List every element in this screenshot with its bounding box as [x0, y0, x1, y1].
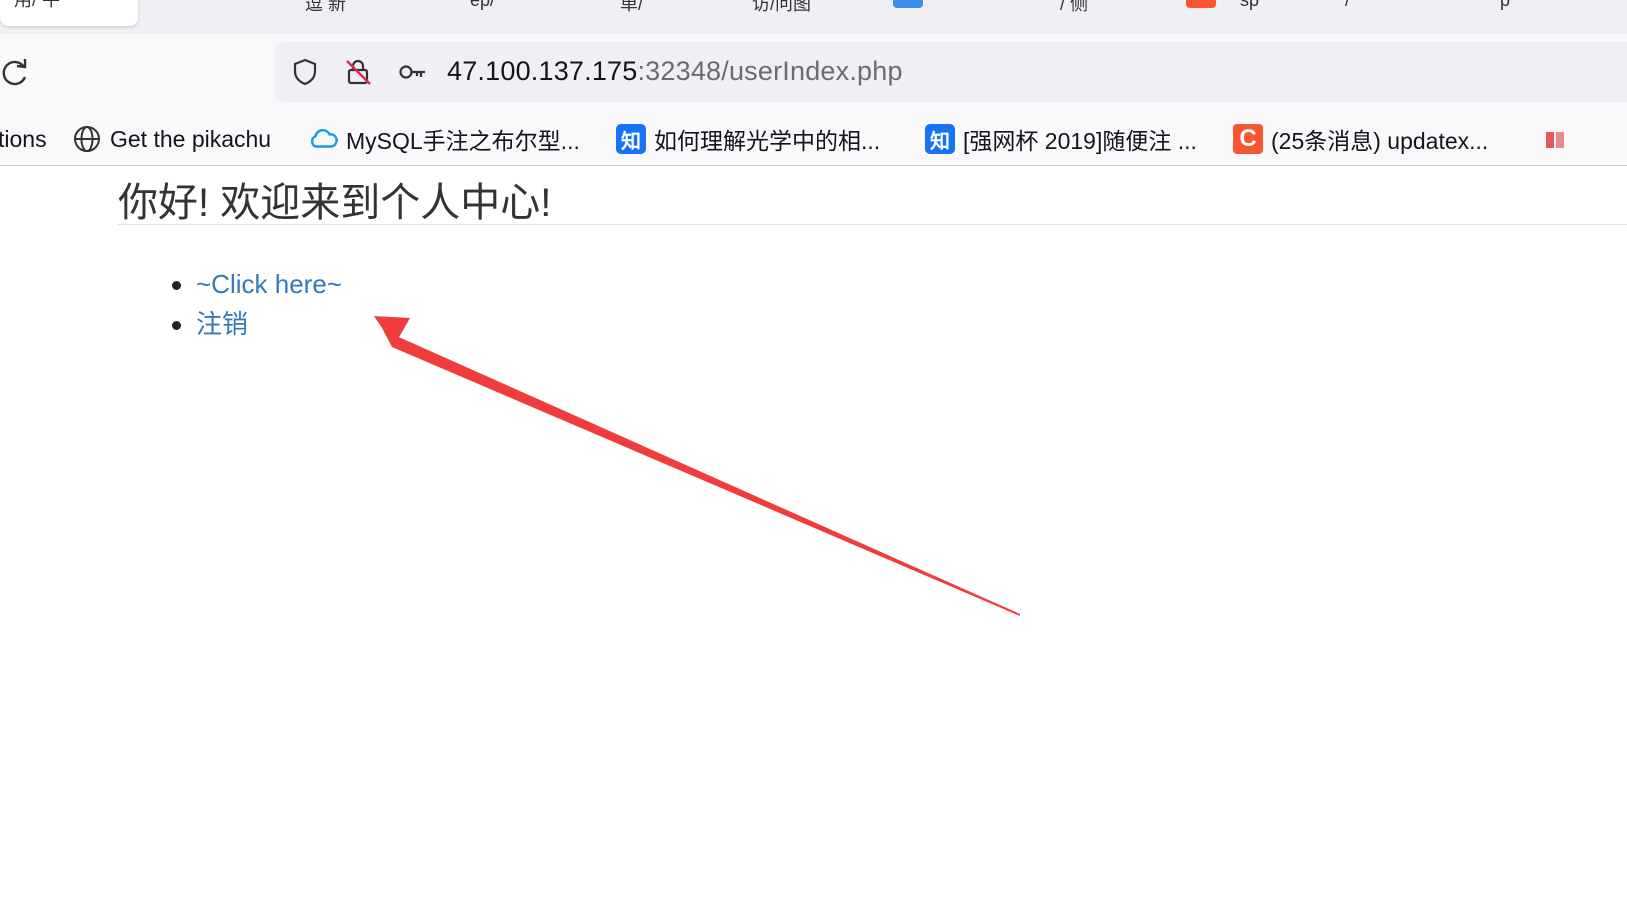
cloud-icon	[308, 124, 338, 154]
bookmark-label: MySQL手注之布尔型...	[346, 128, 580, 154]
bookmark-label: 如何理解光学中的相...	[654, 128, 881, 154]
tab-label[interactable]: 单/	[620, 0, 643, 16]
url-host: 47.100.137.175	[447, 56, 638, 86]
tab-label[interactable]: / 侧	[1060, 0, 1088, 16]
bookmark-label: tions	[0, 125, 47, 152]
bookmark-item[interactable]: 知 如何理解光学中的相...	[616, 123, 880, 155]
arrow-head-icon	[374, 316, 410, 346]
url-text[interactable]: 47.100.137.175:32348/userIndex.php	[447, 56, 903, 87]
url-path: :32348/userIndex.php	[637, 56, 903, 86]
user-menu: ~Click here~ 注销	[170, 264, 342, 344]
tab-label[interactable]: sp	[1240, 0, 1259, 11]
bookmark-item[interactable]: Get the pikachu	[72, 123, 271, 155]
bookmark-item[interactable]: tions	[0, 123, 47, 155]
zhihu-icon: 知	[925, 124, 955, 154]
bookmark-label: Get the pikachu	[110, 125, 272, 152]
insecure-lock-icon[interactable]	[343, 57, 373, 87]
logout-link[interactable]: 注销	[196, 309, 248, 339]
shield-icon[interactable]	[290, 57, 320, 87]
tab-label[interactable]: p	[1500, 0, 1510, 11]
tab-favicon-icon	[893, 0, 923, 8]
csdn-tab-icon	[1186, 0, 1216, 8]
bookmark-item[interactable]: MySQL手注之布尔型...	[308, 123, 580, 155]
bookmark-item[interactable]: 知 [强网杯 2019]随便注 ...	[925, 123, 1197, 155]
reload-icon[interactable]	[0, 58, 30, 88]
bookmark-label: [强网杯 2019]随便注 ...	[963, 128, 1197, 154]
active-tab[interactable]: 用/ 牛	[0, 0, 138, 26]
tab-label[interactable]: /	[1345, 0, 1350, 11]
key-icon[interactable]	[397, 57, 427, 87]
list-item: 注销	[170, 304, 342, 344]
tab-label[interactable]: ep/	[470, 0, 495, 11]
bookmark-item[interactable]: C (25条消息) updatex...	[1233, 123, 1488, 155]
page-title: 你好! 欢迎来到个人中心!	[118, 181, 552, 225]
url-bar[interactable]: 47.100.137.175:32348/userIndex.php	[275, 42, 1627, 102]
navigation-toolbar: 47.100.137.175:32348/userIndex.php	[0, 34, 1627, 114]
tab-label[interactable]: 逗 新	[305, 0, 346, 16]
bookmark-overflow-icon[interactable]	[1546, 130, 1574, 150]
arrow-shaft	[383, 330, 1020, 616]
active-tab-label: 用/ 牛	[14, 0, 61, 10]
divider	[118, 224, 1627, 225]
bookmark-label: (25条消息) updatex...	[1271, 128, 1489, 154]
csdn-icon: C	[1233, 124, 1263, 154]
tab-label[interactable]: 访/问图	[752, 0, 811, 16]
list-item: ~Click here~	[170, 264, 342, 304]
globe-icon	[72, 124, 102, 154]
zhihu-icon: 知	[616, 124, 646, 154]
bookmarks-bar: tions Get the pikachu MySQL手注之布尔型... 知 如…	[0, 114, 1627, 166]
click-here-link[interactable]: ~Click here~	[196, 269, 342, 299]
tab-strip: 用/ 牛 逗 新 ep/ 单/ 访/问图 / 侧 sp / p	[0, 0, 1627, 34]
